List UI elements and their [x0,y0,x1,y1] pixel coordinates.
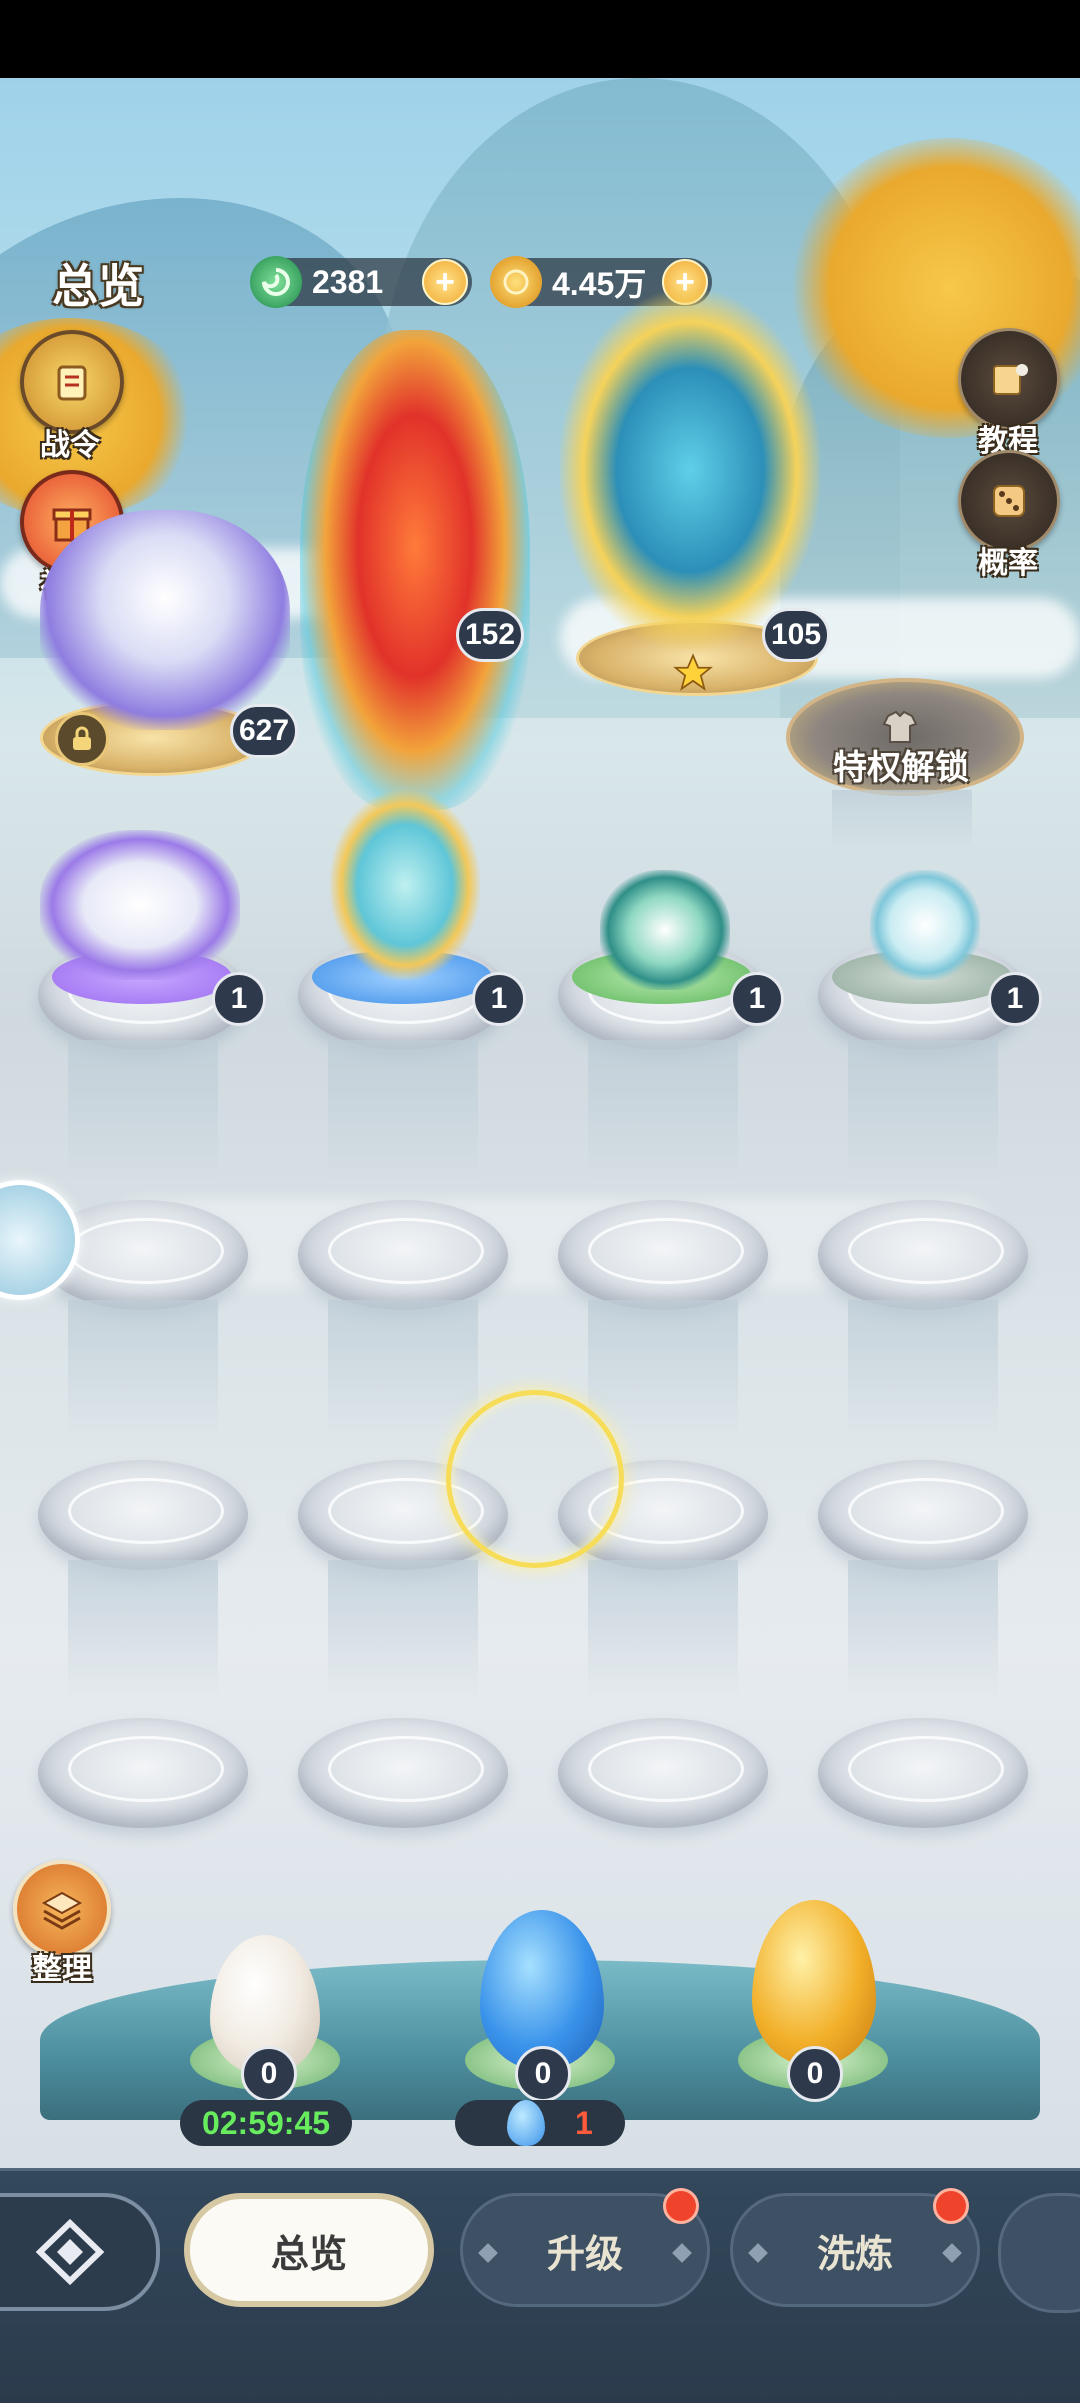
winged-tiger-cub-pet[interactable] [40,830,240,980]
tab-ornament [478,2243,498,2263]
organize-label: 整理 [32,1953,92,1986]
pedestal-column [588,1560,738,1700]
tab-overview-label: 总览 [270,2233,347,2276]
white-tiger-pet[interactable] [40,510,290,730]
empty-slot[interactable] [38,1460,248,1570]
pedestal-column [588,1300,738,1440]
pedestal-column [848,1040,998,1180]
jade-currency: 2381 + [250,256,472,308]
blue-egg-icon [507,2100,545,2146]
dice-icon [958,450,1060,552]
pet-count-badge: 627 [230,704,299,758]
home-button[interactable] [0,2193,160,2311]
pet-count-badge: 105 [762,608,831,662]
egg-stock-value: 1 [575,2104,593,2141]
bottom-nav: 总览 升级 洗炼 [0,2168,1080,2403]
odds-label: 概率 [978,547,1038,580]
pedestal-column [328,1560,478,1700]
empty-slot[interactable] [558,1200,768,1310]
pedestal-column [68,1040,218,1180]
pedestal-column [832,790,972,850]
scroll-hand-icon [958,328,1060,430]
empty-slot[interactable] [818,1200,1028,1310]
pedestal-column [68,1560,218,1700]
add-jade-button[interactable]: + [422,259,468,305]
star-icon [672,652,714,699]
jade-swirl-icon [250,256,302,308]
battle-pass-label: 战令 [40,429,100,462]
tab-ornament [942,2243,962,2263]
phoenix-pet[interactable] [300,330,530,810]
pet-count-badge: 1 [730,972,784,1026]
tab-refine[interactable]: 洗炼 [730,2188,980,2307]
empty-slot[interactable] [298,1718,508,1828]
notification-dot [663,2188,699,2224]
status-bar [0,0,1080,78]
tab-overview[interactable]: 总览 [184,2193,434,2307]
egg-timer: 02:59:45 [180,2100,352,2146]
turtle-cub-pet[interactable] [600,870,730,990]
pet-count-badge: 1 [988,972,1042,1026]
tab-upgrade-label: 升级 [546,2233,623,2276]
empty-slot[interactable] [298,1200,508,1310]
tab-upgrade[interactable]: 升级 [460,2188,710,2307]
notification-dot [933,2188,969,2224]
jade-value: 2381 [312,263,384,300]
tab-more[interactable] [998,2193,1080,2313]
azure-dragon-pet[interactable] [560,290,820,650]
tab-ornament [672,2243,692,2263]
empty-slot[interactable] [558,1718,768,1828]
egg-count-badge: 0 [515,2046,571,2102]
empty-slot[interactable] [38,1718,248,1828]
empty-slot[interactable] [818,1460,1028,1570]
odds-button[interactable]: 概率 [958,450,1060,582]
tutorial-button[interactable]: 教程 [958,328,1060,460]
organize-button[interactable]: 整理 [12,1860,112,1988]
pet-count-badge: 1 [472,972,526,1026]
pedestal-column [68,1300,218,1440]
tab-refine-label: 洗炼 [816,2233,893,2276]
empty-slot[interactable] [818,1718,1028,1828]
tab-ornament [748,2243,768,2263]
egg-count-badge: 0 [241,2046,297,2102]
diamond-logo-icon [35,2218,105,2286]
page-title: 总览 [52,260,144,312]
egg-stock-counter: 1 [455,2100,625,2146]
gold-coin-icon [490,256,542,308]
pedestal-column [848,1560,998,1700]
pedestal-column [848,1300,998,1440]
pet-count-badge: 152 [456,608,525,662]
little-dragon-cub-pet[interactable] [870,870,980,980]
pedestal-column [588,1040,738,1180]
gold-value: 4.45万 [552,266,647,302]
pedestal-column [328,1300,478,1440]
privilege-unlock-label: 特权解锁 [833,749,969,787]
battle-pass-icon [20,330,124,434]
pet-count-badge: 1 [212,972,266,1026]
lock-shirt-icon [880,710,920,744]
blue-dragon-cub-pet[interactable] [330,790,480,980]
tap-ring-indicator [446,1390,624,1568]
egg-count-badge: 0 [787,2046,843,2102]
pedestal-column [328,1040,478,1180]
lock-icon [55,712,109,766]
battle-pass-button[interactable]: 战令 [20,330,124,464]
